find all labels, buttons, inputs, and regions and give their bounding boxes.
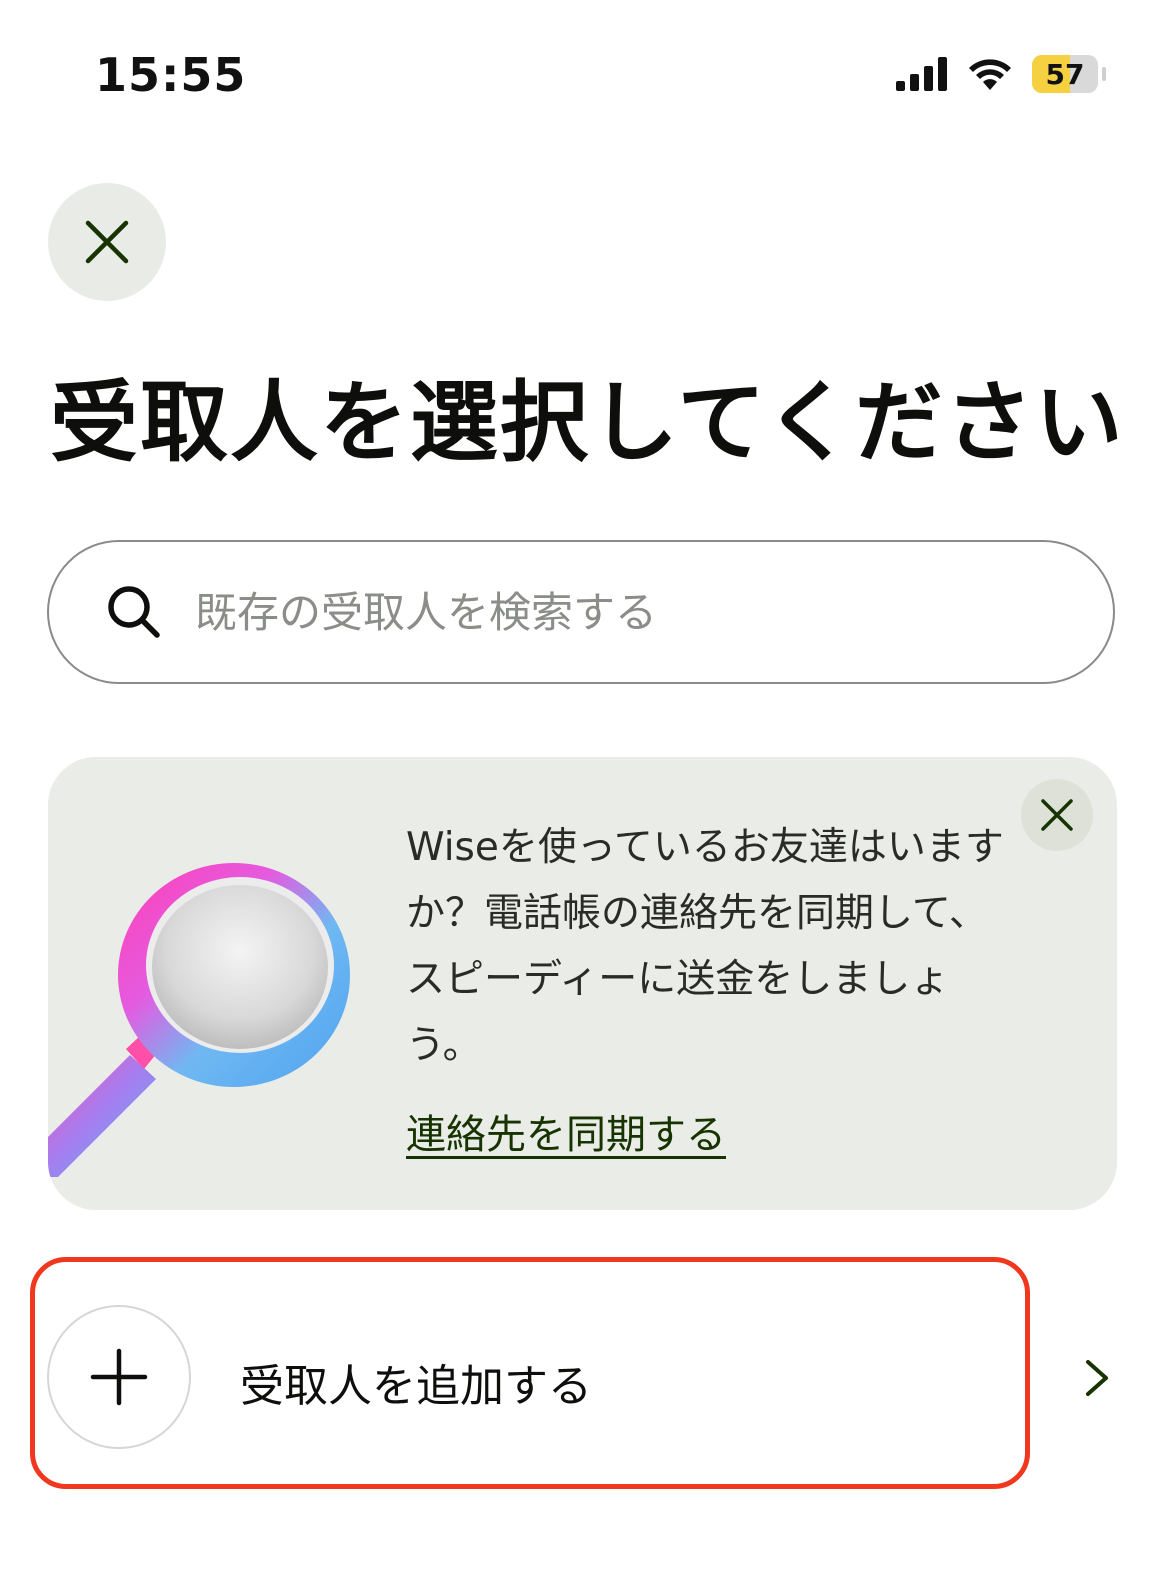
search-field[interactable] [47,540,1115,684]
dismiss-card-button[interactable] [1021,779,1093,851]
add-recipient-button[interactable] [47,1305,191,1449]
signal-icon [896,57,947,91]
search-input[interactable] [193,586,1017,638]
battery-indicator: 57 [1032,55,1098,93]
status-indicators: 57 [896,52,1106,96]
battery-cap [1102,67,1106,81]
plus-icon [90,1348,148,1406]
sync-contacts-card: Wiseを使っているお友達はいますか？電話帳の連絡先を同期して、スピーディーに送… [48,757,1117,1210]
search-icon [105,583,163,641]
wifi-icon [969,59,1011,90]
chevron-right-icon[interactable] [1076,1356,1116,1400]
page-title: 受取人を選択してください [50,371,1125,474]
promo-message: Wiseを使っているお友達はいますか？電話帳の連絡先を同期して、スピーディーに送… [406,825,1004,1068]
close-button[interactable] [48,183,166,301]
add-recipient-label[interactable]: 受取人を追加する [240,1350,592,1414]
magnifying-glass-illustration [48,863,350,1177]
status-time: 15:55 [95,48,247,102]
sync-contacts-link[interactable]: 連絡先を同期する [406,1102,726,1160]
battery-level: 57 [1045,57,1085,91]
close-icon [85,220,129,264]
close-icon [1041,799,1073,831]
